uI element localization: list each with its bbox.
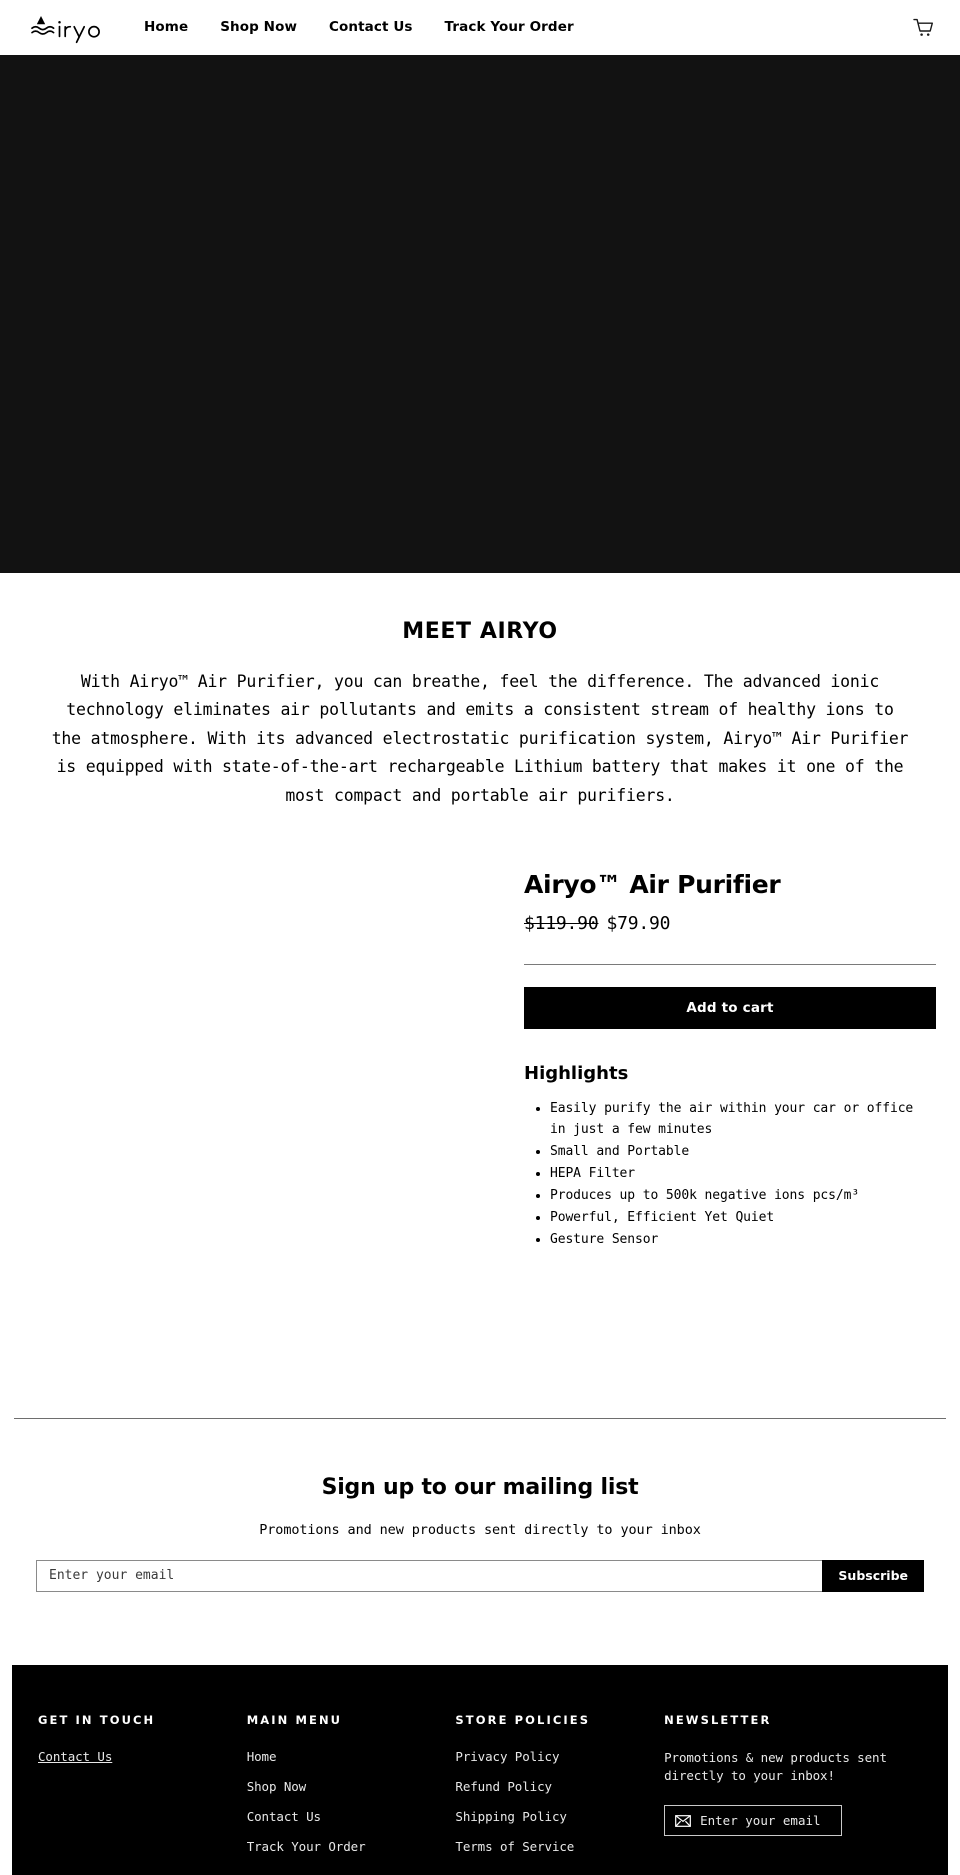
meet-airyo-section: MEET AIRYO With Airyo™ Air Purifier, you… [0,573,960,810]
product-price: $79.90 [606,912,671,934]
brand-logo-airyo[interactable] [28,11,106,45]
airyo-logo-icon [31,15,100,43]
highlight-item: Powerful, Efficient Yet Quiet [550,1207,936,1228]
newsletter-form: Subscribe [36,1559,924,1592]
footer-link-contact-us[interactable]: Contact Us [38,1749,235,1764]
add-to-cart-button[interactable]: Add to cart [524,986,936,1029]
nav-link-shop-now[interactable]: Shop Now [204,0,313,55]
newsletter-subscribe-button[interactable]: Subscribe [822,1559,924,1592]
highlight-item: Easily purify the air within your car or… [550,1098,936,1140]
product-details: Airyo™ Air Purifier $119.90 $79.90 Add to… [524,870,936,1290]
footer-link-privacy-policy[interactable]: Privacy Policy [455,1749,652,1764]
footer-newsletter-text: Promotions & new products sent directly … [664,1749,887,1783]
product-image-gallery[interactable] [0,869,524,1290]
footer-column-newsletter: NEWSLETTER Promotions & new products sen… [664,1713,922,1869]
cart-button[interactable] [908,13,938,43]
highlight-item: Gesture Sensor [550,1229,936,1250]
footer-link-contact-us-menu[interactable]: Contact Us [247,1809,444,1824]
newsletter-email-input[interactable] [36,1559,823,1592]
nav-link-track-your-order[interactable]: Track Your Order [429,0,590,55]
footer-link-shop-now[interactable]: Shop Now [247,1779,444,1794]
envelope-icon [675,1814,692,1827]
highlight-item: Small and Portable [550,1141,936,1162]
nav-link-contact-us[interactable]: Contact Us [313,0,429,55]
newsletter-subtitle: Promotions and new products sent directl… [259,1521,701,1538]
hero-banner [0,55,960,573]
footer-link-refund-policy[interactable]: Refund Policy [455,1779,652,1794]
newsletter-section: Sign up to our mailing list Promotions a… [0,1419,960,1592]
footer-column-main-menu: MAIN MENU Home Shop Now Contact Us Track… [247,1713,456,1869]
highlights-heading: Highlights [524,1062,629,1084]
product-compare-at-price: $119.90 [524,912,599,934]
footer-heading-newsletter: NEWSLETTER [664,1712,772,1727]
footer-heading-get-in-touch: GET IN TOUCH [38,1712,156,1727]
product-title: Airyo™ Air Purifier [524,869,781,899]
highlight-item: HEPA Filter [550,1163,936,1184]
footer-column-store-policies: STORE POLICIES Privacy Policy Refund Pol… [455,1713,664,1869]
footer-column-get-in-touch: GET IN TOUCH Contact Us [38,1713,247,1869]
meet-airyo-heading: MEET AIRYO [402,619,558,644]
nav-link-home[interactable]: Home [128,0,204,55]
product-divider [524,963,936,965]
footer-newsletter-email-input[interactable] [700,1813,832,1829]
product-price-row: $119.90 $79.90 [524,913,936,934]
shopping-cart-icon [912,18,933,36]
footer-link-track-your-order[interactable]: Track Your Order [247,1839,444,1854]
site-header: Home Shop Now Contact Us Track Your Orde… [0,0,960,55]
highlight-item: Produces up to 500k negative ions pcs/m³ [550,1185,936,1206]
meet-airyo-description: With Airyo™ Air Purifier, you can breath… [51,672,909,805]
footer-newsletter-form [664,1805,843,1837]
footer-link-terms-of-service[interactable]: Terms of Service [455,1839,652,1854]
highlights-list: Easily purify the air within your car or… [524,1098,936,1250]
footer-link-home[interactable]: Home [247,1749,444,1764]
newsletter-heading: Sign up to our mailing list [321,1474,639,1500]
footer-heading-store-policies: STORE POLICIES [455,1712,591,1727]
footer-link-shipping-policy[interactable]: Shipping Policy [455,1809,652,1824]
footer-heading-main-menu: MAIN MENU [246,1712,343,1727]
site-footer: GET IN TOUCH Contact Us MAIN MENU Home S… [12,1664,948,1875]
product-section: Airyo™ Air Purifier $119.90 $79.90 Add to… [0,869,960,1290]
main-navigation: Home Shop Now Contact Us Track Your Orde… [128,0,590,55]
